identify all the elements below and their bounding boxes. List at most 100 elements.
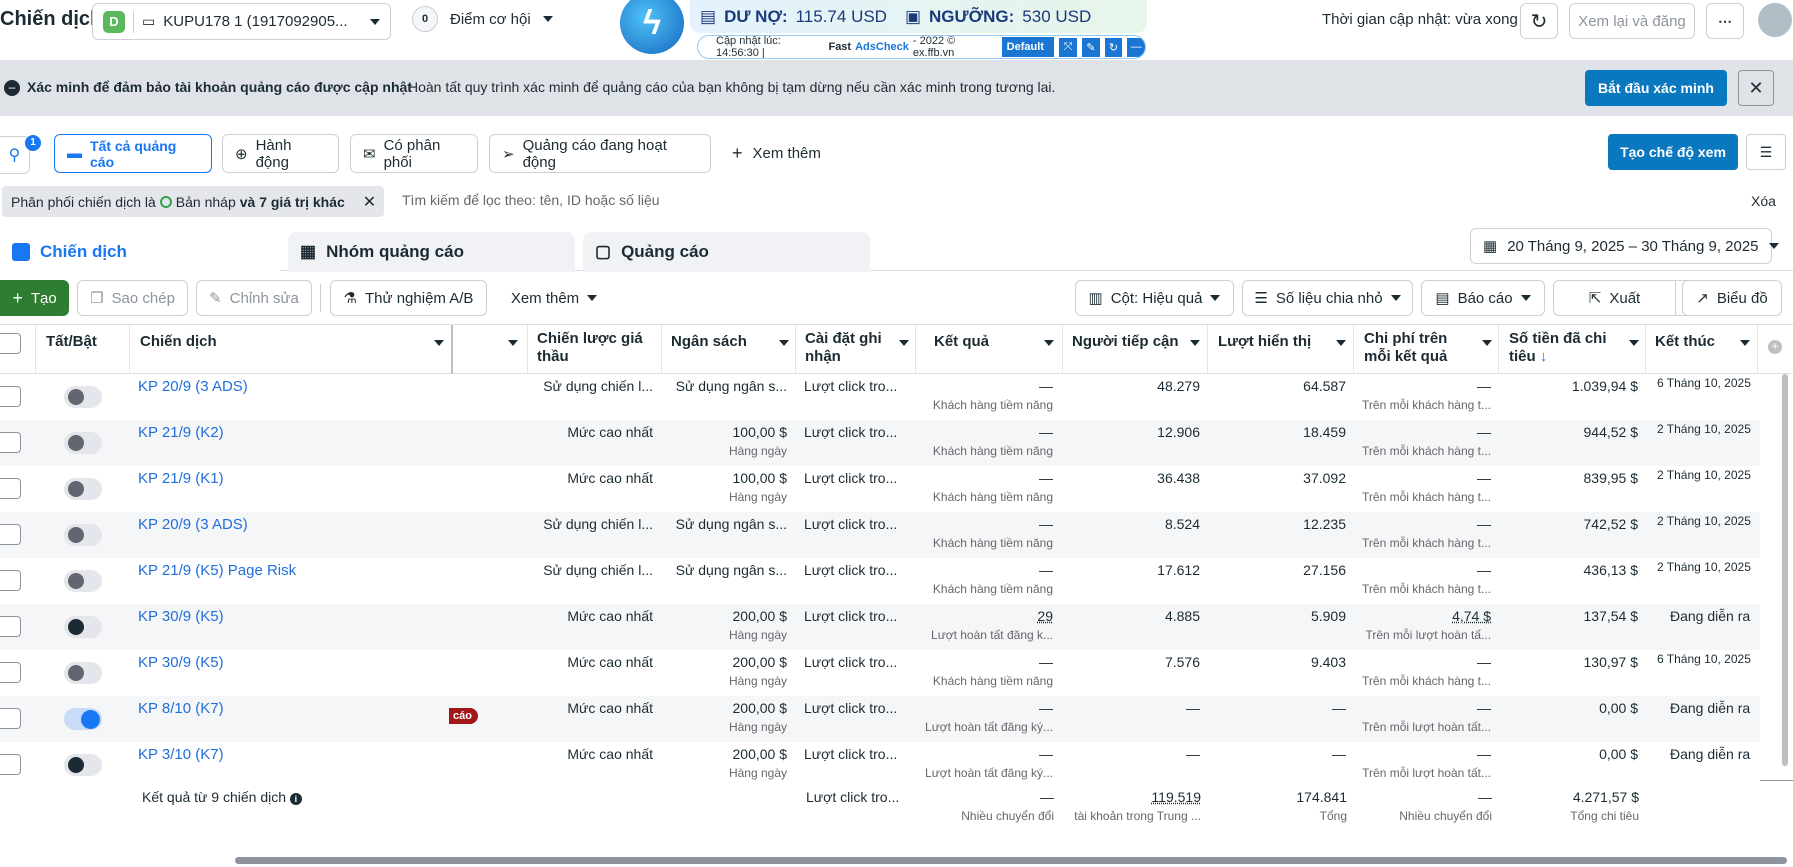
campaign-toggle[interactable]	[64, 386, 102, 408]
campaign-toggle[interactable]	[64, 708, 102, 730]
tab-campaigns[interactable]: Chiến dịch	[0, 232, 280, 272]
campaign-name-link[interactable]: KP 8/10 (K7)	[138, 700, 224, 717]
ab-test-button[interactable]: ⚗ Thử nghiệm A/B	[330, 280, 487, 316]
cpr-type: Trên mỗi lượt hoàn tất...	[1362, 766, 1491, 780]
header-end[interactable]: Kết thúc	[1655, 325, 1750, 373]
start-verification-button[interactable]: Bắt đầu xác minh	[1585, 70, 1727, 106]
threshold-value: 530 USD	[1022, 6, 1092, 26]
attribution-setting: Lượt click tro...	[804, 700, 898, 716]
select-all-checkbox[interactable]	[0, 325, 22, 373]
row-checkbox[interactable]	[0, 524, 21, 545]
row-checkbox[interactable]	[0, 754, 21, 775]
clear-filters-link[interactable]: Xóa	[1751, 193, 1776, 209]
campaign-name-link[interactable]: KP 30/9 (K5)	[138, 608, 224, 625]
create-button[interactable]: + Tạo	[0, 280, 69, 316]
tab-ads[interactable]: ▢ Quảng cáo	[583, 232, 870, 272]
breakdown-button[interactable]: ☰ Số liệu chia nhỏ	[1242, 280, 1413, 316]
header-impressions[interactable]: Lượt hiển thị	[1218, 325, 1346, 373]
header-reach[interactable]: Người tiếp cận	[1072, 325, 1200, 373]
avatar[interactable]	[1758, 3, 1792, 37]
debt-value: 115.74 USD	[795, 6, 887, 26]
remove-filter-icon[interactable]: ✕	[363, 192, 376, 212]
sort-icon	[779, 340, 789, 346]
end-date: 2 Tháng 10, 2025	[1657, 514, 1751, 528]
update-status: Thời gian cập nhật: vừa xong	[1322, 11, 1518, 28]
row-checkbox[interactable]	[0, 708, 21, 729]
profile-select[interactable]: Default ▾	[1001, 37, 1055, 57]
horizontal-scrollbar-thumb[interactable]	[235, 857, 1787, 864]
search-icon: ⚲	[8, 147, 21, 164]
campaign-toggle[interactable]	[64, 616, 102, 638]
header-attribution[interactable]: Cài đặt ghi nhận	[805, 325, 909, 373]
vertical-scrollbar-thumb[interactable]	[1782, 374, 1788, 766]
campaign-toggle[interactable]	[64, 754, 102, 776]
minimize-icon[interactable]: —	[1127, 37, 1145, 57]
header-toggle[interactable]: Tất/Bật	[46, 325, 97, 373]
campaign-name-link[interactable]: KP 20/9 (3 ADS)	[138, 378, 248, 395]
header-spent[interactable]: Số tiền đã chi tiêu ↓	[1509, 325, 1639, 373]
campaign-name-link[interactable]: KP 20/9 (3 ADS)	[138, 516, 248, 533]
row-checkbox[interactable]	[0, 478, 21, 499]
opportunity-score[interactable]: 0 Điểm cơ hội	[412, 6, 553, 32]
filter-chip[interactable]: Phân phối chiến dịch là Bản nháp và 7 gi…	[2, 186, 384, 217]
account-selector[interactable]: D ▭ KUPU178 1 (1917092905...	[92, 3, 391, 40]
reach-value: 4.885	[1164, 608, 1200, 624]
header-bid[interactable]: Chiến lược giá thầu	[537, 325, 657, 373]
budget-type: Hàng ngày	[728, 444, 787, 458]
campaign-toggle[interactable]	[64, 662, 102, 684]
tab-active-ads[interactable]: ➢ Quảng cáo đang hoạt động	[489, 134, 711, 173]
campaign-name-link[interactable]: KP 21/9 (K2)	[138, 424, 224, 441]
tab-adsets[interactable]: ▦ Nhóm quảng cáo	[288, 232, 575, 272]
edit-button[interactable]: ✎ Chỉnh sửa	[196, 280, 312, 316]
row-checkbox[interactable]	[0, 570, 21, 591]
hidden-col-sort[interactable]	[508, 325, 520, 373]
add-column-icon[interactable]: +	[1768, 340, 1782, 354]
header-budget[interactable]: Ngân sách	[671, 325, 789, 373]
view-settings-button[interactable]: ☰	[1746, 134, 1786, 170]
tab-actions[interactable]: ⊕ Hành động	[222, 134, 339, 173]
campaign-name-link[interactable]: KP 30/9 (K5)	[138, 654, 224, 671]
tab-all-ads[interactable]: ▬ Tất cả quảng cáo	[54, 134, 212, 173]
date-range-picker[interactable]: ▦ 20 Tháng 9, 2025 – 30 Tháng 9, 2025	[1470, 228, 1779, 264]
close-icon: ✕	[1748, 77, 1764, 98]
duplicate-label: Sao chép	[111, 289, 175, 307]
sort-icon	[899, 340, 909, 346]
reports-button[interactable]: ▤ Báo cáo	[1421, 280, 1545, 316]
refresh-button[interactable]: ↻	[1520, 3, 1558, 39]
expand-icon[interactable]: ⤧	[1059, 37, 1077, 57]
close-banner-button[interactable]: ✕	[1738, 70, 1774, 106]
info-icon[interactable]: i	[289, 793, 302, 805]
campaign-toggle[interactable]	[64, 432, 102, 454]
more-views-button[interactable]: + Xem thêm	[732, 144, 821, 162]
row-checkbox[interactable]	[0, 386, 21, 407]
row-checkbox[interactable]	[0, 616, 21, 637]
more-actions-button[interactable]: Xem thêm	[496, 280, 612, 316]
duplicate-button[interactable]: ❐ Sao chép	[77, 280, 188, 316]
campaign-name-link[interactable]: KP 21/9 (K5) Page Risk	[138, 562, 296, 579]
amount-spent: 130,97 $	[1583, 654, 1639, 670]
campaign-toggle[interactable]	[64, 570, 102, 592]
filter-search-input[interactable]: Tìm kiếm để lọc theo: tên, ID hoặc số li…	[402, 192, 660, 208]
campaign-name-link[interactable]: KP 21/9 (K1)	[138, 470, 224, 487]
refresh-icon[interactable]: ↻	[1104, 37, 1123, 57]
header-results[interactable]: Kết quả	[934, 325, 1054, 373]
charts-button-visible[interactable]: ↗ Biểu đồ	[1682, 280, 1782, 316]
edit-icon[interactable]: ✎	[1081, 37, 1100, 57]
header-campaign[interactable]: Chiến dịch	[140, 325, 444, 373]
chevron-down-icon	[542, 16, 553, 22]
summary-attr: Lượt click tro...	[806, 789, 900, 805]
threshold-label: NGƯỠNG:	[929, 6, 1015, 26]
campaign-toggle[interactable]	[64, 524, 102, 546]
review-publish-button[interactable]: Xem lại và đăng	[1569, 3, 1695, 39]
campaign-toggle[interactable]	[64, 478, 102, 500]
budget-value: 200,00 $	[732, 654, 788, 670]
row-checkbox[interactable]	[0, 662, 21, 683]
columns-button[interactable]: ▥ Cột: Hiệu quả	[1075, 280, 1234, 316]
create-view-button[interactable]: Tạo chế độ xem	[1608, 134, 1738, 170]
export-button[interactable]: ⇱ Xuất	[1553, 280, 1676, 316]
tab-delivery[interactable]: ✉ Có phân phối	[350, 134, 478, 173]
more-options-button[interactable]: ⋯	[1706, 3, 1744, 39]
campaign-name-link[interactable]: KP 3/10 (K7)	[138, 746, 224, 763]
header-cpr[interactable]: Chi phí trên mỗi kết quả	[1364, 325, 1492, 373]
row-checkbox[interactable]	[0, 432, 21, 453]
